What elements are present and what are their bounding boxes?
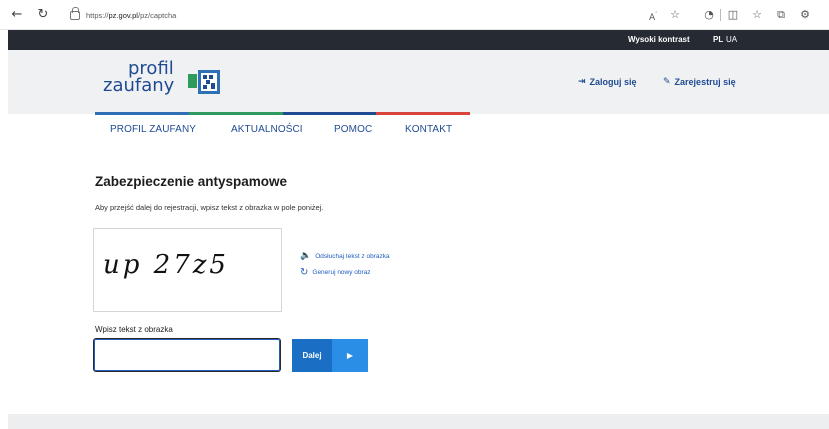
captcha-letters: up 27z5 [103,250,229,280]
login-label: Zaloguj się [589,77,637,87]
refresh-icon[interactable]: ↻ [34,6,52,24]
page-title: Zabezpieczenie antyspamowe [95,174,288,189]
refresh-icon: ↻ [300,267,309,278]
nav-aktualnosci[interactable]: AKTUALNOŚCI [231,124,303,135]
speaker-icon: 🔈 [300,251,312,261]
accessibility-bar: Wysoki kontrast PL UA [8,30,829,50]
lock-icon [70,6,80,20]
tracking-icon[interactable]: ◔ [702,7,716,23]
captcha-text-image: up 27z5 [103,250,229,280]
site-header: profil zaufany ⇥ Zaloguj się ✎ Zarejestr… [8,50,829,114]
favorite-icon[interactable]: ☆ [668,7,682,23]
nav-profil-zaufany[interactable]: PROFIL ZAUFANY [110,124,196,135]
footer-band [8,414,829,429]
logo-mark-icon [188,70,220,94]
captcha-input-label: Wpisz tekst z obrazka [95,325,173,334]
login-icon: ⇥ [578,77,586,87]
next-button[interactable]: Dalej ▶ [292,339,368,372]
site-logo[interactable]: profil zaufany [103,60,175,96]
language-pl[interactable]: PL [713,35,723,44]
register-label: Zarejestruj się [674,77,736,87]
nav-kontakt[interactable]: KONTAKT [405,124,452,135]
split-screen-icon[interactable]: ◫ [726,7,740,23]
listen-label: Odsłuchaj tekst z obrazka [315,252,390,260]
language-ua[interactable]: UA [726,35,737,44]
toolbar-divider [720,9,721,21]
next-label: Dalej [292,339,332,372]
read-aloud-icon[interactable]: Aʼ [646,7,660,23]
play-arrow-icon: ▶ [332,339,368,372]
pencil-icon: ✎ [663,77,671,87]
high-contrast-link[interactable]: Wysoki kontrast [628,35,690,44]
captcha-input[interactable] [93,338,281,372]
register-link[interactable]: ✎ Zarejestruj się [663,77,736,87]
regenerate-captcha-link[interactable]: ↻ Generuj nowy obraz [300,267,371,278]
logo-line2: zaufany [103,75,175,96]
listen-captcha-link[interactable]: 🔈 Odsłuchaj tekst z obrazka [300,251,390,261]
instruction-text: Aby przejść dalej do rejestracji, wpisz … [95,203,324,212]
url-text: https://pz.gov.pl/pz/captcha [86,10,177,20]
nav-pomoc[interactable]: POMOC [334,124,372,135]
address-bar[interactable]: https://pz.gov.pl/pz/captcha [62,5,632,25]
extensions-icon[interactable]: ⚙ [798,7,812,23]
back-icon[interactable]: ← [8,6,26,24]
login-link[interactable]: ⇥ Zaloguj się [578,77,637,87]
browser-toolbar: ← ↻ https://pz.gov.pl/pz/captcha Aʼ ☆ ◔ … [0,0,829,30]
collections-icon[interactable]: ⧉ [774,7,788,23]
regenerate-label: Generuj nowy obraz [312,269,371,276]
favorites-list-icon[interactable]: ☆ [750,7,764,23]
